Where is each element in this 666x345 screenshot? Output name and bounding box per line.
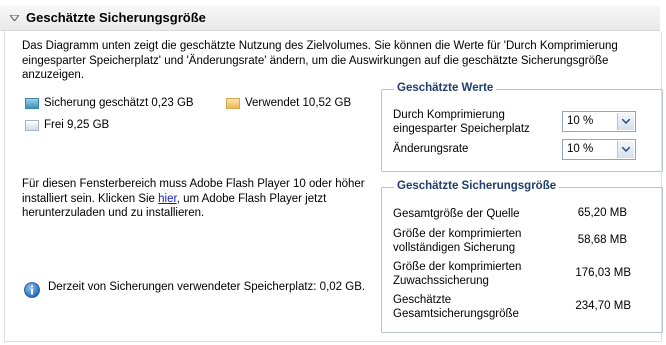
chevron-down-icon bbox=[622, 119, 630, 124]
legend-free: Frei 9,25 GB bbox=[25, 119, 109, 131]
collapse-triangle-icon[interactable] bbox=[10, 15, 19, 21]
info-message: Derzeit von Sicherungen verwendeter Spei… bbox=[24, 280, 374, 298]
compression-label: Durch Komprimierung eingesparter Speiche… bbox=[393, 109, 530, 135]
change-rate-dropdown-button[interactable] bbox=[617, 141, 634, 158]
backup-swatch-icon bbox=[25, 97, 39, 109]
change-rate-select-value: 10 % bbox=[567, 143, 594, 155]
source-size-value: 65,20 MB bbox=[577, 207, 627, 219]
total-size-label: Geschätzte Gesamtsicherungsgröße bbox=[393, 294, 519, 320]
info-text: Derzeit von Sicherungen verwendeter Spei… bbox=[48, 281, 366, 293]
info-icon bbox=[24, 282, 40, 298]
legend-used: Verwendet 10,52 GB bbox=[226, 97, 351, 109]
estimated-values-group: Geschätzte Werte Durch Komprimierung ein… bbox=[381, 82, 663, 172]
description-text: Das Diagramm unten zeigt die geschätzte … bbox=[22, 40, 618, 81]
section-header[interactable]: Geschätzte Sicherungsgröße bbox=[0, 6, 660, 31]
full-backup-size-label: Größe der komprimierten vollständigen Si… bbox=[393, 228, 522, 254]
chevron-down-icon bbox=[622, 147, 630, 152]
legend-backup: Sicherung geschätzt 0,23 GB bbox=[25, 97, 194, 109]
change-rate-label: Änderungsrate bbox=[393, 143, 469, 155]
legend-free-label: Frei 9,25 GB bbox=[44, 119, 110, 131]
legend-used-label: Verwendet 10,52 GB bbox=[245, 97, 352, 109]
used-swatch-icon bbox=[226, 97, 240, 109]
compression-select-value: 10 % bbox=[567, 115, 594, 127]
free-swatch-icon bbox=[25, 119, 39, 131]
legend-backup-label: Sicherung geschätzt 0,23 GB bbox=[44, 97, 194, 109]
full-backup-size-value: 58,68 MB bbox=[577, 234, 627, 246]
change-rate-select[interactable]: 10 % bbox=[562, 139, 636, 160]
total-size-value: 234,70 MB bbox=[575, 300, 631, 312]
compression-dropdown-button[interactable] bbox=[617, 113, 634, 130]
backup-size-group: Geschätzte Sicherungsgröße Gesamtgröße d… bbox=[381, 180, 663, 333]
flash-download-link[interactable]: hier bbox=[158, 193, 177, 205]
source-size-label: Gesamtgröße der Quelle bbox=[393, 208, 520, 220]
incremental-size-label: Größe der komprimierten Zuwachssicherung bbox=[393, 261, 522, 287]
compression-select[interactable]: 10 % bbox=[562, 111, 636, 132]
incremental-size-value: 176,03 MB bbox=[575, 267, 631, 279]
backup-size-title: Geschätzte Sicherungsgröße bbox=[394, 180, 560, 192]
estimated-values-title: Geschätzte Werte bbox=[394, 82, 497, 94]
section-title: Geschätzte Sicherungsgröße bbox=[26, 10, 206, 25]
flash-notice: Für diesen Fensterbereich muss Adobe Fla… bbox=[22, 177, 367, 221]
